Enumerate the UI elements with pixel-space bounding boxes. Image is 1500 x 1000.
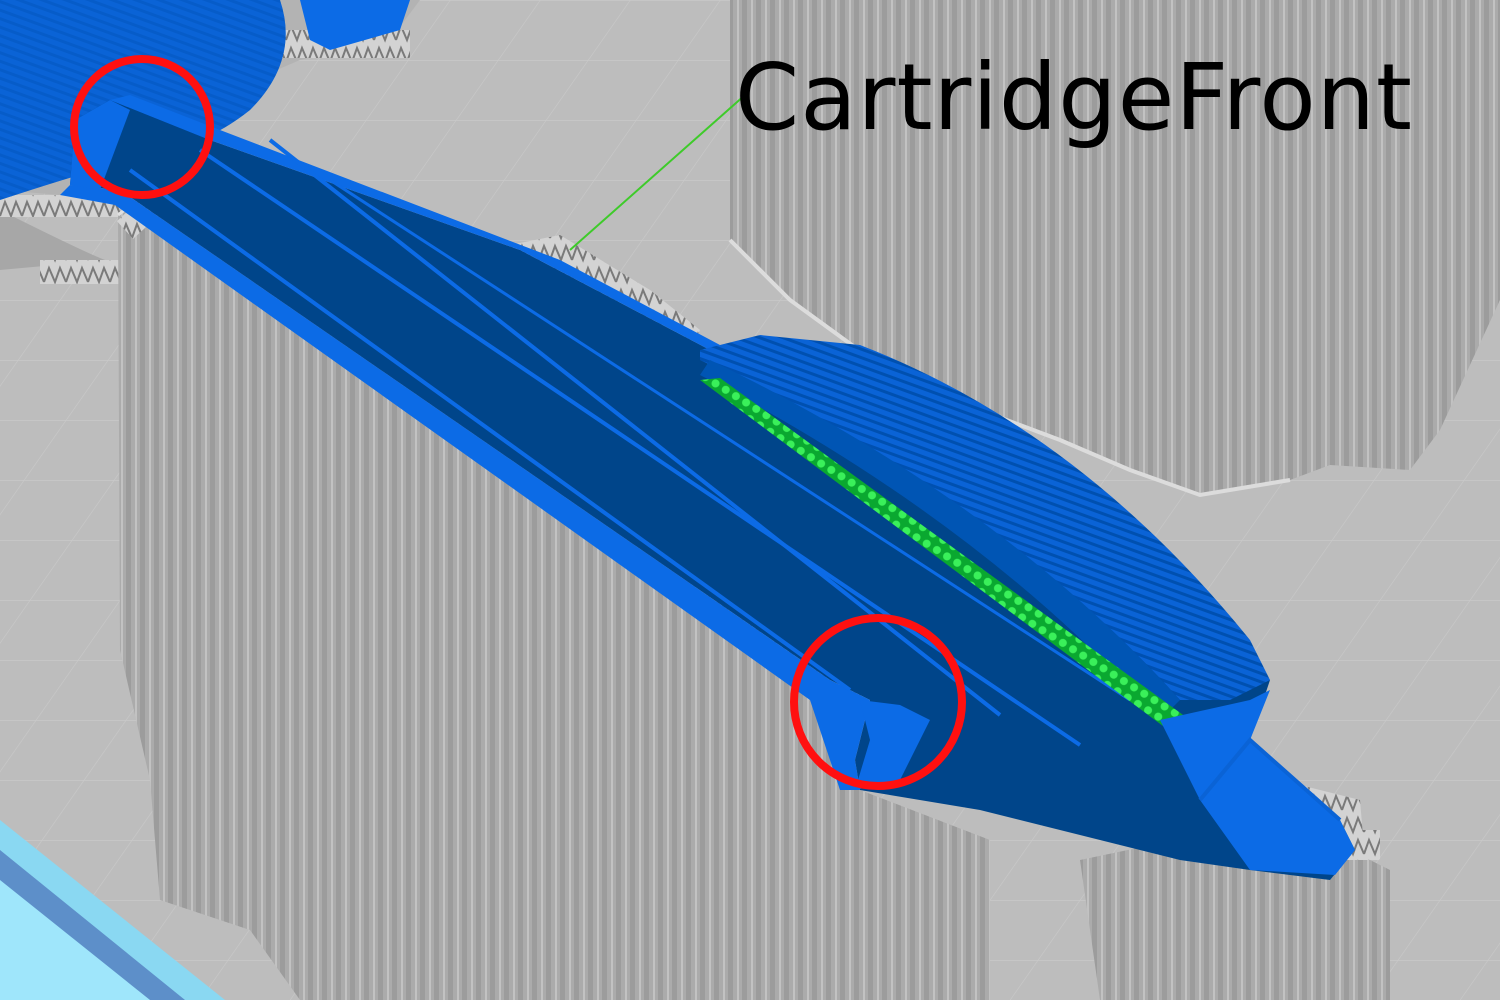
object-name-label: CartridgeFront — [735, 44, 1413, 151]
3d-viewport[interactable]: CartridgeFront — [0, 0, 1500, 1000]
